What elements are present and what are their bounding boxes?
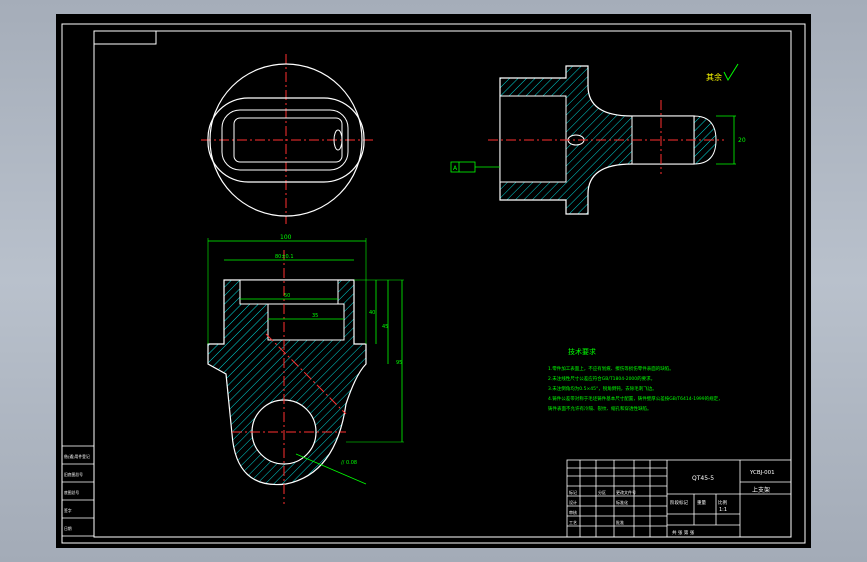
part-name: 上支架: [752, 486, 770, 494]
tech-req-line: 4.铸件公差带对称于毛坯铸件基本尺寸配置，铸件壁厚公差按GB/T6414-199…: [548, 395, 723, 402]
section-view: 100 80±0.1 50 35 40 45 95 // 0.08: [207, 234, 404, 504]
tech-req-line: 3.未注倒角均为0.5×45°，锐角倒钝，去除毛刺飞边。: [548, 385, 657, 392]
roughness-symbol: [723, 63, 739, 82]
dim-slot-width-2: 35: [312, 313, 318, 319]
stage-label: 阶段标记: [670, 499, 688, 506]
dim-depth-2: 45: [382, 324, 388, 330]
left-strip-label: 签字: [64, 508, 72, 513]
left-strip-label: 日期: [64, 526, 72, 531]
corner-box: [93, 30, 157, 45]
surface-finish-note: 其余: [706, 72, 722, 82]
tb-std: 标准化: [616, 499, 628, 505]
dim-height: 95: [396, 360, 402, 366]
left-strip-label: 借(通)用件登记: [64, 454, 90, 459]
tech-req-line: 1.零件加工表面上，不应有划痕、擦伤等损伤零件表面的缺陷。: [548, 365, 674, 372]
scale-label: 比例: [718, 499, 727, 506]
cad-drawing: 20 A 其余 100 80±0.1 50 35 40 45 95 // 0.0…: [61, 23, 806, 544]
tech-requirements: 技术要求 1.零件加工表面上，不应有划痕、擦伤等损伤零件表面的缺陷。 2.未注线…: [548, 347, 723, 412]
tech-req-line: 铸件表面不允许有冷隔、裂纹、缩孔和穿透性缺陷。: [548, 405, 652, 412]
datum-label: A: [453, 165, 458, 172]
tb-role: 设计: [569, 499, 577, 505]
inner-frame: [93, 30, 792, 538]
drawing-sheet: 20 A 其余 100 80±0.1 50 35 40 45 95 // 0.0…: [56, 14, 811, 548]
tb-row-label: 分区: [598, 489, 606, 495]
tb-role: 工艺: [569, 520, 577, 525]
sheets-label: 共 张 第 张: [672, 529, 695, 536]
dim-inner-width: 80±0.1: [275, 254, 294, 260]
scale-value: 1:1: [719, 507, 727, 513]
dim-right-height: 20: [738, 137, 746, 144]
tb-approve: 批准: [616, 519, 624, 525]
dim-slot-width: 50: [284, 293, 290, 299]
dim-tolerance: // 0.08: [341, 460, 357, 466]
left-strip-label: 底图总号: [64, 490, 79, 495]
side-view: 20 A: [450, 65, 746, 215]
tech-req-title: 技术要求: [568, 347, 596, 356]
top-view: [201, 54, 374, 224]
tb-role: 审核: [569, 509, 577, 515]
tb-row-label: 标记: [569, 489, 577, 495]
outer-frame: [61, 23, 806, 544]
tb-row-label: 更改文件号: [616, 489, 636, 495]
drawing-number: YCBJ-001: [749, 470, 775, 476]
dim-overall-width: 100: [280, 234, 292, 241]
tech-req-line: 2.未注线性尺寸公差应符合GB/T1804-2000的要求。: [548, 375, 655, 382]
material-text: QT45-5: [692, 475, 714, 482]
dim-depth-1: 40: [369, 310, 375, 316]
weight-label: 重量: [697, 499, 706, 506]
left-strip-label: 旧底图总号: [64, 472, 83, 477]
